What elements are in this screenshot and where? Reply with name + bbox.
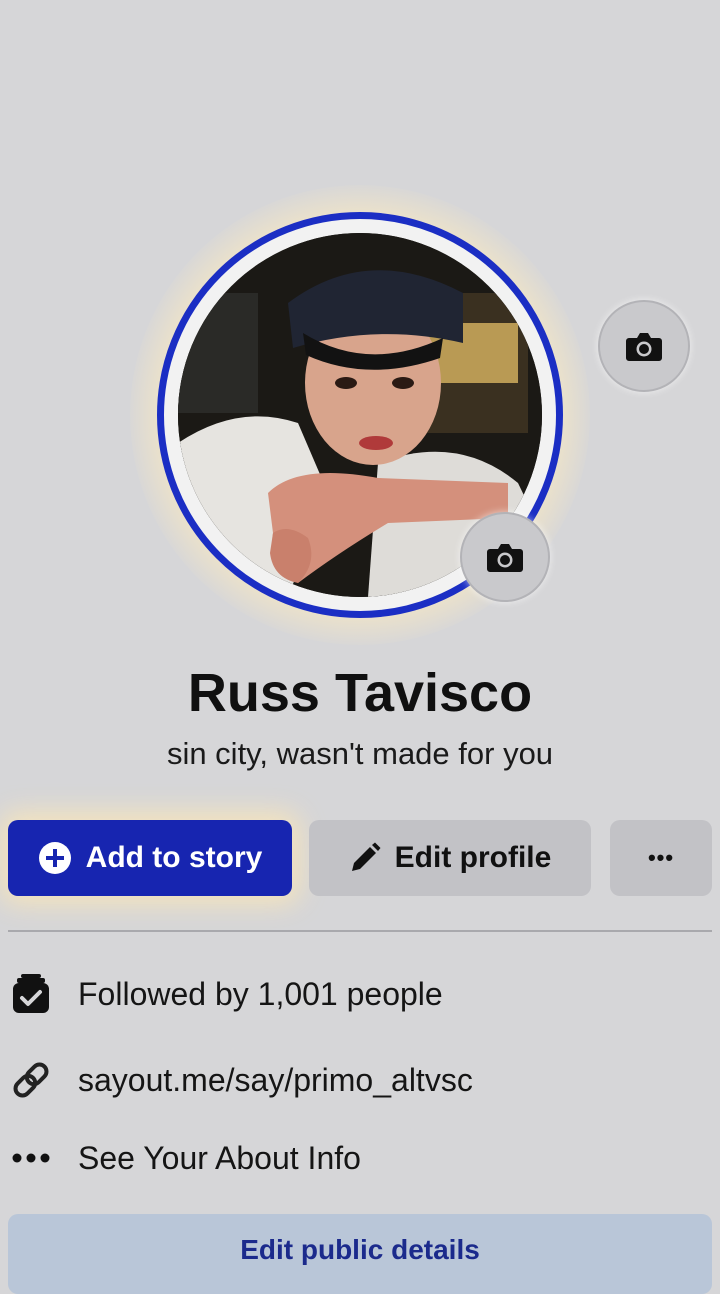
more-horizontal-icon: ••• [647,845,675,870]
pencil-icon [349,842,381,874]
followers-text: Followed by 1,001 people [78,975,443,1012]
profile-name: Russ Tavisco [187,663,533,723]
edit-profile-label: Edit profile [394,841,552,874]
link-icon [8,1057,54,1103]
camera-icon [626,333,662,361]
plus-circle-icon [38,841,72,875]
edit-public-details-button[interactable]: Edit public details [8,1214,712,1294]
add-to-story-label: Add to story [85,841,263,874]
about-info-row[interactable]: See Your About Info [0,1128,720,1188]
cover-camera-button[interactable] [598,300,690,392]
website-link-row[interactable]: sayout.me/say/primo_altvsc [0,1050,720,1110]
edit-profile-button[interactable]: Edit profile [309,820,591,896]
followers-row[interactable]: Followed by 1,001 people [0,964,720,1024]
divider [8,930,712,932]
more-options-button[interactable]: ••• [610,820,712,896]
about-info-text: See Your About Info [78,1139,361,1176]
avatar-camera-button[interactable] [460,512,550,602]
edit-public-details-label: Edit public details [240,1234,480,1265]
profile-bio: sin city, wasn't made for you [166,736,554,771]
more-dots-icon [8,1135,54,1181]
website-link-text[interactable]: sayout.me/say/primo_altvsc [78,1062,473,1099]
followers-icon [8,971,54,1017]
camera-icon [487,544,523,572]
add-to-story-button[interactable]: Add to story [8,820,292,896]
